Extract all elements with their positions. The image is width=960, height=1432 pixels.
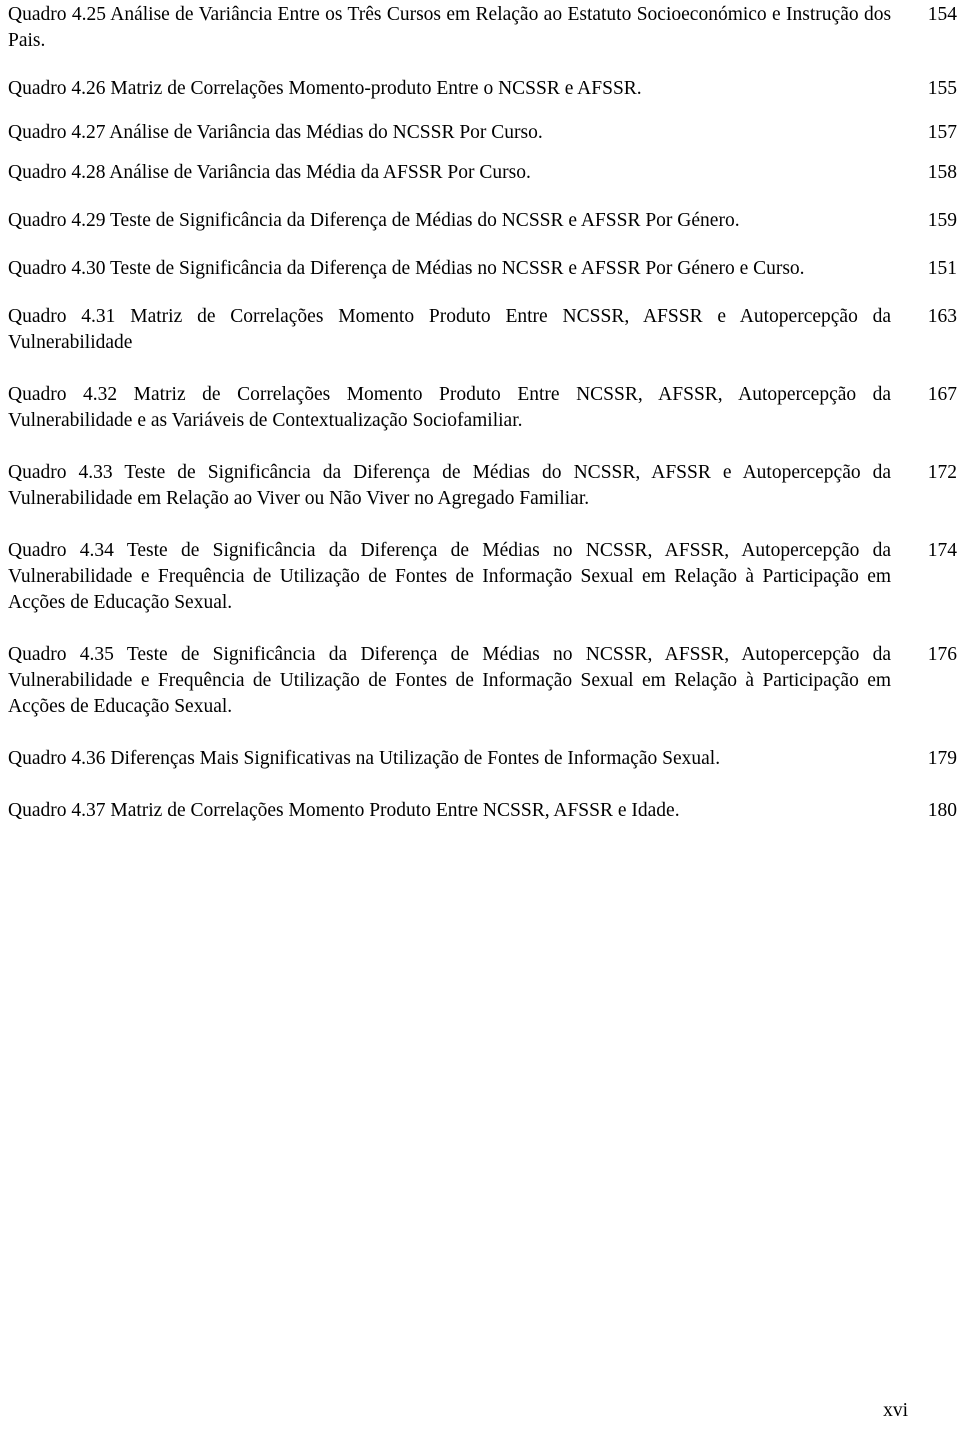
toc-entry-title: Quadro 4.33 Teste de Significância da Di… <box>8 462 892 509</box>
toc-entry-page-number: 158 <box>927 162 957 183</box>
toc-entry-title: Quadro 4.32 Matriz de Correlações Moment… <box>8 384 892 431</box>
document-page: Quadro 4.25 Análise de Variância Entre o… <box>0 0 960 1432</box>
toc-entry[interactable]: Quadro 4.33 Teste de Significância da Di… <box>8 460 958 512</box>
toc-entry-title: Quadro 4.35 Teste de Significância da Di… <box>8 644 892 717</box>
page-folio: xvi <box>883 1400 908 1421</box>
toc-entry[interactable]: Quadro 4.27 Análise de Variância das Méd… <box>8 120 958 146</box>
toc-entry[interactable]: Quadro 4.36 Diferenças Mais Significativ… <box>8 746 958 772</box>
toc-entry-title: Quadro 4.30 Teste de Significância da Di… <box>8 258 805 279</box>
toc-entry[interactable]: Quadro 4.35 Teste de Significância da Di… <box>8 642 958 720</box>
toc-entry[interactable]: Quadro 4.32 Matriz de Correlações Moment… <box>8 382 958 434</box>
toc-entry[interactable]: Quadro 4.28 Análise de Variância das Méd… <box>8 160 958 186</box>
toc-entry-page-number: 155 <box>927 78 957 99</box>
toc-entry[interactable]: Quadro 4.29 Teste de Significância da Di… <box>8 208 958 234</box>
toc-entry-title: Quadro 4.26 Matriz de Correlações Moment… <box>8 78 642 99</box>
toc-entry-title: Quadro 4.34 Teste de Significância da Di… <box>8 540 892 613</box>
toc-entry-title: Quadro 4.27 Análise de Variância das Méd… <box>8 122 543 143</box>
toc-entry[interactable]: Quadro 4.30 Teste de Significância da Di… <box>8 256 958 282</box>
toc-entry-page-number: 167 <box>927 384 957 405</box>
toc-entry-page-number: 180 <box>927 800 957 821</box>
toc-entry-title: Quadro 4.31 Matriz de Correlações Moment… <box>8 306 892 353</box>
toc-entry[interactable]: Quadro 4.34 Teste de Significância da Di… <box>8 538 958 616</box>
toc-entry-page-number: 172 <box>927 462 957 483</box>
toc-entry-title: Quadro 4.28 Análise de Variância das Méd… <box>8 162 531 183</box>
toc-entry[interactable]: Quadro 4.25 Análise de Variância Entre o… <box>8 2 958 54</box>
toc-entry-page-number: 176 <box>927 644 957 665</box>
toc-entry[interactable]: Quadro 4.31 Matriz de Correlações Moment… <box>8 304 958 356</box>
toc-entry[interactable]: Quadro 4.37 Matriz de Correlações Moment… <box>8 798 958 824</box>
toc-entry-title: Quadro 4.29 Teste de Significância da Di… <box>8 210 740 231</box>
toc-entry-page-number: 179 <box>927 748 957 769</box>
toc-entry-title: Quadro 4.37 Matriz de Correlações Moment… <box>8 800 680 821</box>
toc-entry-page-number: 159 <box>927 210 957 231</box>
toc-entry[interactable]: Quadro 4.26 Matriz de Correlações Moment… <box>8 76 958 102</box>
toc-entry-title: Quadro 4.25 Análise de Variância Entre o… <box>8 4 892 51</box>
toc-entry-page-number: 157 <box>927 122 957 143</box>
toc-entry-title: Quadro 4.36 Diferenças Mais Significativ… <box>8 748 721 769</box>
list-of-tables: Quadro 4.25 Análise de Variância Entre o… <box>8 2 958 842</box>
toc-entry-page-number: 174 <box>927 540 957 561</box>
toc-entry-page-number: 154 <box>927 4 957 25</box>
toc-entry-page-number: 151 <box>927 258 957 279</box>
toc-entry-page-number: 163 <box>927 306 957 327</box>
